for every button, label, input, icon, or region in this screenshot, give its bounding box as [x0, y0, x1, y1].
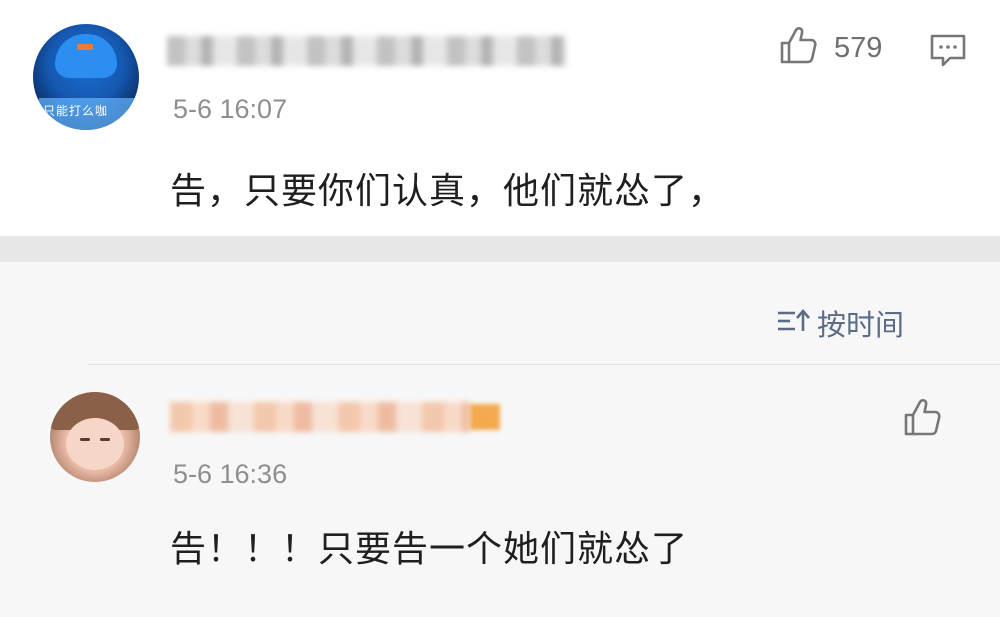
thumbs-up-icon: [776, 24, 820, 72]
like-button[interactable]: 579: [776, 26, 882, 70]
user-badge: [470, 404, 500, 430]
like-count: 579: [834, 31, 883, 64]
avatar-face: [66, 418, 124, 470]
comment-timestamp: 5-6 16:07: [173, 94, 288, 124]
top-comment-card: 只能打么咖 5-6 16:07 告，只要你们认真，他们就怂了， 579: [0, 0, 1000, 236]
thumbs-up-icon: [900, 396, 944, 444]
sort-icon: [775, 306, 811, 340]
divider-line: [88, 364, 1000, 365]
avatar-eye: [80, 438, 90, 441]
reply-button[interactable]: [928, 30, 968, 70]
comment-text: 告，只要你们认真，他们就怂了，: [170, 171, 726, 212]
sort-toggle[interactable]: 按时间: [775, 303, 904, 343]
avatar-eye: [100, 438, 110, 441]
username-blurred[interactable]: [167, 36, 567, 66]
reply-text: 告！！！只要告一个她们就怂了: [170, 529, 689, 570]
reply-timestamp: 5-6 16:36: [173, 459, 288, 489]
reply-like-button[interactable]: [900, 396, 944, 440]
avatar-figure: [55, 34, 117, 78]
reply-avatar[interactable]: [50, 392, 140, 482]
reply-username-blurred[interactable]: [170, 402, 470, 432]
comment-bubble-icon: [928, 30, 968, 74]
avatar[interactable]: 只能打么咖: [33, 24, 139, 130]
comment-screen: 只能打么咖 5-6 16:07 告，只要你们认真，他们就怂了， 579 按时间 …: [0, 0, 1000, 617]
section-divider: [0, 236, 1000, 262]
avatar-caption: 只能打么咖: [43, 104, 109, 118]
sort-label: 按时间: [817, 308, 905, 342]
avatar-figure-detail: [77, 44, 93, 50]
